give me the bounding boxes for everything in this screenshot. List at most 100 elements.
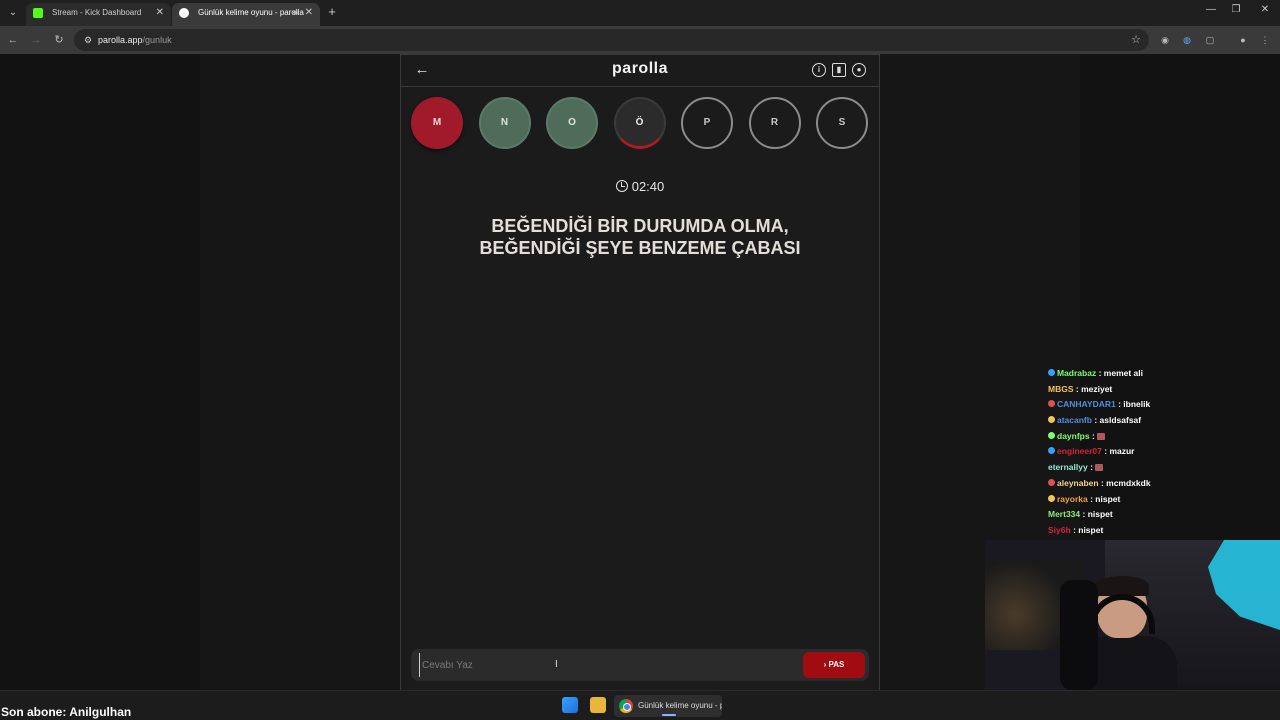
streamer-hair [1095, 576, 1149, 596]
chat-text: : mcmdxkdk [1100, 477, 1151, 488]
taskbar-app-title: Günlük kelime oyunu - parolla [638, 701, 722, 710]
app-logo: parolla [612, 60, 668, 77]
chat-text: : nispet [1073, 524, 1104, 535]
parolla-favicon-icon [179, 8, 189, 18]
tab-title: Günlük kelime oyunu - parolla [198, 8, 304, 17]
extension-icon[interactable]: ◉ [1158, 33, 1172, 47]
active-indicator [662, 714, 676, 716]
chat-text: : [1090, 462, 1093, 473]
info-icon[interactable]: i [812, 63, 826, 77]
letter-circle-o: O [546, 97, 598, 149]
reload-icon[interactable]: ↻ [51, 32, 67, 48]
chat-username[interactable]: daynfps [1057, 431, 1090, 441]
parolla-game: ← parolla i ▮ ● M N O Ö P R S 02:40 BEĞE… [400, 54, 880, 690]
stream-chat-overlay: Madrabaz : memet ali MBGS : meziyet CANHAY… [1048, 366, 1278, 539]
question-text: BEĞENDİĞİ BİR DURUMDA OLMA, BEĞENDİĞİ ŞE… [431, 215, 849, 259]
chat-username[interactable]: atacanfb [1057, 415, 1092, 425]
chat-message: rayorka : nispet [1048, 492, 1278, 508]
question-line-1: BEĞENDİĞİ BİR DURUMDA OLMA, [491, 216, 789, 236]
gaming-chair [1060, 580, 1098, 690]
letter-circle-s: S [816, 97, 868, 149]
tab-kick-dashboard[interactable]: Stream - Kick Dashboard ✕ [26, 3, 171, 26]
chat-message: MBGS : meziyet [1048, 382, 1278, 398]
chat-username[interactable]: eternallyy [1048, 462, 1088, 472]
profile-avatar-icon[interactable]: ● [1236, 33, 1250, 47]
speaker-icon[interactable]: 🔊︎ [293, 3, 298, 23]
countdown-timer: 02:40 [401, 179, 879, 194]
url-text: parolla.app/gunluk [98, 35, 172, 45]
chat-message: Siy6h : nispet [1048, 523, 1278, 539]
answer-bar: I › PAS [411, 649, 869, 681]
app-header: ← parolla i ▮ ● [401, 55, 879, 87]
file-explorer-icon[interactable] [590, 697, 606, 713]
browser-toolbar: ← → ↻ ⚙ parolla.app/gunluk ☆ ◉ ◍ ▢ ● ⋮ [0, 26, 1280, 54]
chat-username[interactable]: engineer07 [1057, 446, 1102, 456]
site-info-icon[interactable]: ⚙ [81, 33, 95, 47]
close-icon[interactable]: ✕ [305, 3, 313, 23]
chat-text: : nispet [1090, 493, 1121, 504]
address-bar[interactable]: ⚙ parolla.app/gunluk ☆ [74, 29, 1149, 51]
last-subscriber-overlay: Son abone: Anilgulhan [1, 705, 132, 719]
answer-input[interactable] [419, 653, 789, 677]
back-icon[interactable]: ← [5, 32, 21, 48]
chat-username[interactable]: rayorka [1057, 494, 1088, 504]
tab-search-icon[interactable]: ⌄ [4, 4, 22, 22]
chat-badge-icon [1048, 478, 1055, 486]
neon-hexagon-decor [1208, 540, 1280, 630]
chat-text: : mazur [1104, 446, 1135, 457]
user-account-icon[interactable]: ● [852, 63, 866, 77]
more-menu-icon[interactable]: ⋮ [1258, 33, 1272, 47]
chat-badge-icon [1048, 447, 1055, 455]
taskbar-chrome-app[interactable]: Günlük kelime oyunu - parolla [614, 695, 722, 717]
timer-value: 02:40 [631, 179, 665, 194]
text-cursor-icon: I [555, 659, 558, 670]
chat-username[interactable]: MBGS [1048, 384, 1074, 394]
restore-icon[interactable]: ❐ [1228, 4, 1244, 15]
question-line-2: BEĞENDİĞİ ŞEYE BENZEME ÇABASI [479, 238, 801, 258]
chat-message: engineer07 : mazur [1048, 444, 1278, 460]
windows-taskbar: Günlük kelime oyunu - parolla [0, 690, 1280, 720]
chat-badge-icon [1048, 400, 1055, 408]
media-icon[interactable]: ◍ [1180, 33, 1194, 47]
stats-icon[interactable]: ▮ [832, 63, 846, 77]
chat-emote-icon [1095, 464, 1104, 472]
letter-circle-p: P [681, 97, 733, 149]
chat-message: Madrabaz : memet ali [1048, 366, 1278, 382]
chat-text: : asldsafsaf [1094, 415, 1142, 426]
chat-username[interactable]: Madrabaz [1057, 368, 1096, 378]
chat-text: : [1091, 430, 1095, 441]
chat-username[interactable]: Siy6h [1048, 525, 1071, 535]
chat-text: : memet ali [1098, 368, 1143, 378]
close-icon[interactable]: ✕ [156, 3, 164, 23]
window-close-icon[interactable]: ✕ [1257, 4, 1273, 15]
pass-label: PAS [828, 660, 845, 669]
chat-message: CANHAYDAR1 : ibnelik [1048, 397, 1278, 413]
left-gutter [0, 54, 200, 690]
tab-parolla[interactable]: Günlük kelime oyunu - parolla 🔊︎ ✕ [172, 3, 320, 26]
chat-username[interactable]: aleynaben [1057, 478, 1099, 488]
letter-circle-r: R [748, 97, 801, 149]
chat-username[interactable]: Mert334 [1048, 509, 1080, 519]
tab-title: Stream - Kick Dashboard [52, 8, 142, 17]
kick-favicon-icon [33, 8, 43, 18]
browser-tab-strip: ⌄ Stream - Kick Dashboard ✕ Günlük kelim… [0, 0, 1280, 26]
letter-circle-n: N [478, 97, 531, 149]
chat-text: : meziyet [1075, 383, 1113, 394]
chat-badge-icon [1048, 494, 1055, 502]
bookmark-star-icon[interactable]: ☆ [1131, 29, 1141, 51]
extensions-puzzle-icon[interactable]: ▢ [1203, 33, 1217, 47]
chat-message: Mert334 : nispet [1048, 507, 1278, 523]
letter-circle-m: M [411, 97, 463, 149]
forward-icon[interactable]: → [28, 32, 44, 48]
clock-icon [615, 180, 628, 192]
windows-start-icon[interactable] [562, 697, 578, 713]
chat-username[interactable]: CANHAYDAR1 [1057, 399, 1116, 409]
chat-message: daynfps : [1048, 429, 1278, 445]
new-tab-icon[interactable]: + [325, 4, 339, 20]
chat-text: : ibnelik [1118, 399, 1151, 410]
chat-emote-icon [1097, 432, 1106, 440]
chat-message: eternallyy : [1048, 460, 1278, 476]
chat-badge-icon [1048, 369, 1055, 376]
minimize-icon[interactable]: — [1203, 4, 1219, 15]
pass-button[interactable]: › PAS [803, 652, 865, 678]
